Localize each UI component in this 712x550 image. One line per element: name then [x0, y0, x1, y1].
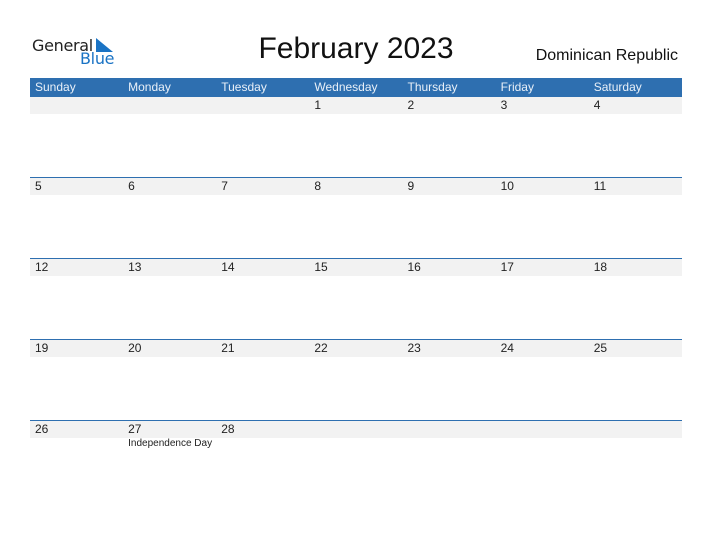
day-number: 17 — [500, 260, 514, 274]
day-number — [216, 97, 309, 114]
day-number: 5 — [35, 179, 42, 193]
day-number — [403, 421, 496, 438]
day-number: 24 — [500, 341, 514, 355]
weekday-saturday: Saturday — [593, 80, 642, 94]
day-number: 23 — [407, 341, 421, 355]
day-number-row: 12 13 14 15 16 17 18 — [30, 258, 682, 276]
day-number — [309, 421, 402, 438]
day-number — [123, 97, 216, 114]
day-number: 12 — [35, 260, 49, 274]
day-event: Independence Day — [128, 438, 213, 449]
day-number: 2 — [407, 98, 415, 112]
day-number: 22 — [314, 341, 328, 355]
weekday-wednesday: Wednesday — [314, 80, 378, 94]
day-number-row: 1 2 3 4 — [30, 97, 682, 114]
day-number: 25 — [593, 341, 608, 355]
day-number: 13 — [128, 260, 142, 274]
day-number: 20 — [128, 341, 142, 355]
weekday-tuesday: Tuesday — [221, 80, 267, 94]
day-number: 11 — [593, 179, 607, 193]
day-number — [30, 97, 123, 114]
day-event — [496, 438, 589, 449]
day-number: 10 — [500, 179, 514, 193]
day-event — [216, 438, 309, 449]
day-number: 8 — [314, 179, 322, 193]
weekday-header: Sunday Monday Tuesday Wednesday Thursday… — [30, 78, 682, 97]
day-event — [403, 438, 496, 449]
weekday-friday: Friday — [500, 80, 534, 94]
day-event — [309, 438, 402, 449]
day-number: 18 — [593, 260, 608, 274]
week-row: 19 20 21 22 23 24 25 — [30, 339, 682, 420]
day-number — [589, 421, 682, 438]
day-number: 26 — [35, 422, 49, 436]
country-label: Dominican Republic — [535, 47, 678, 64]
day-number — [496, 421, 589, 438]
day-number: 1 — [314, 98, 322, 112]
day-number: 9 — [407, 179, 415, 193]
day-number: 19 — [35, 341, 49, 355]
week-row: 26 27 28 Independence Day — [30, 420, 682, 501]
day-number: 15 — [314, 260, 328, 274]
day-number: 14 — [221, 260, 235, 274]
week-row: 12 13 14 15 16 17 18 — [30, 258, 682, 339]
day-number-row: 5 6 7 8 9 10 11 — [30, 177, 682, 195]
day-number: 7 — [221, 179, 228, 193]
day-number: 16 — [407, 260, 421, 274]
day-event — [30, 438, 123, 449]
day-number: 4 — [593, 98, 601, 112]
day-number: 3 — [500, 98, 508, 112]
day-number: 21 — [221, 341, 235, 355]
day-number: 27 — [128, 422, 142, 436]
day-number: 6 — [128, 179, 135, 193]
day-number-row: 19 20 21 22 23 24 25 — [30, 339, 682, 357]
day-event — [589, 438, 682, 449]
week-row: 1 2 3 4 — [30, 97, 682, 178]
weekday-thursday: Thursday — [407, 80, 458, 94]
day-number: 28 — [221, 422, 235, 436]
event-row: Independence Day — [30, 438, 682, 449]
day-number-row: 26 27 28 — [30, 420, 682, 438]
weekday-monday: Monday — [128, 80, 171, 94]
weekday-sunday: Sunday — [35, 80, 76, 94]
week-row: 5 6 7 8 9 10 11 — [30, 177, 682, 258]
